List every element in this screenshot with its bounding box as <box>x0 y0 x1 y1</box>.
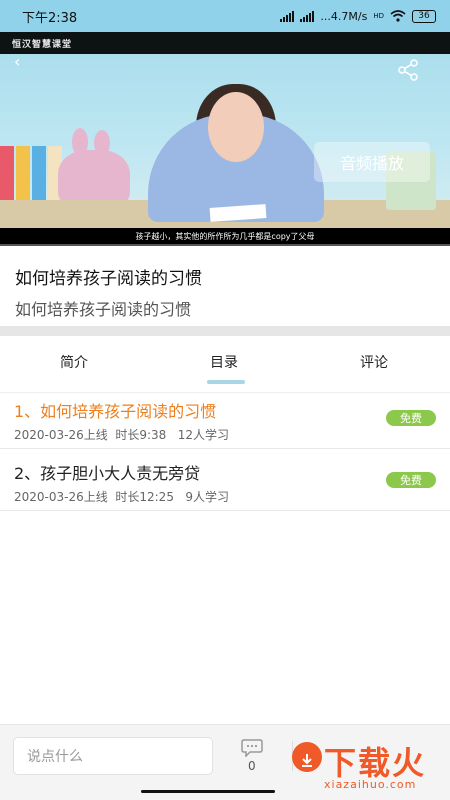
battery-level: 36 <box>418 11 430 21</box>
signal-icon-2 <box>300 10 315 22</box>
tab-active-indicator <box>207 380 245 384</box>
watermark-logo: 下载火 xiazaihuo.com <box>292 738 448 796</box>
signal-icon <box>280 10 295 22</box>
battery-icon: 36 <box>412 9 436 23</box>
tab-bar: 简介 目录 评论 <box>0 336 450 386</box>
subtitle-text: 孩子越小，其实他的所作所为几乎都是copy了父母 <box>135 232 315 241</box>
comment-input[interactable]: 说点什么 <box>13 737 213 775</box>
watermark-url: xiazaihuo.com <box>324 778 417 791</box>
tab-catalog[interactable]: 目录 <box>210 352 238 372</box>
tab-comments[interactable]: 评论 <box>360 352 388 372</box>
video-player[interactable]: 恒汉智慧课堂 ‹ 音频播放 孩子越小，其实他的所作所为几乎都是copy了父母 <box>0 32 450 246</box>
back-icon[interactable]: ‹ <box>14 52 20 71</box>
free-badge: 免费 <box>386 472 436 488</box>
network-type: HD <box>373 12 384 20</box>
lesson-title: 如何培养孩子阅读的习惯 <box>15 269 202 289</box>
tabs-border <box>0 392 450 393</box>
presenter-face <box>208 92 264 162</box>
network-speed: ...4.7M/s <box>320 9 368 23</box>
list-divider <box>0 510 450 511</box>
video-brand: 恒汉智慧课堂 <box>12 40 73 50</box>
audio-play-label: 音频播放 <box>339 154 404 173</box>
comment-placeholder: 说点什么 <box>27 749 83 765</box>
video-progress-bar[interactable] <box>0 244 450 246</box>
catalog-item-meta: 2020-03-26上线 时长9:38 12人学习 <box>14 428 230 442</box>
catalog-item-title: 1、如何培养孩子阅读的习惯 <box>14 402 217 421</box>
comment-icon[interactable] <box>241 739 263 757</box>
catalog-item-title: 2、孩子胆小大人责无旁贷 <box>14 464 201 483</box>
catalog-item[interactable]: 2、孩子胆小大人责无旁贷 2020-03-26上线 时长12:25 9人学习 免… <box>0 460 450 516</box>
catalog-item-meta: 2020-03-26上线 时长12:25 9人学习 <box>14 490 230 504</box>
status-bar: 下午2:38 ...4.7M/s HD 36 <box>0 0 450 32</box>
download-icon <box>292 742 322 772</box>
comment-count: 0 <box>248 759 256 773</box>
status-indicators: ...4.7M/s HD 36 <box>280 9 436 23</box>
section-divider <box>0 326 450 336</box>
status-time: 下午2:38 <box>22 10 78 26</box>
catalog-item[interactable]: 1、如何培养孩子阅读的习惯 2020-03-26上线 时长9:38 12人学习 … <box>0 398 450 454</box>
list-divider <box>0 448 450 449</box>
free-badge: 免费 <box>386 410 436 426</box>
lesson-subtitle: 如何培养孩子阅读的习惯 <box>15 300 192 319</box>
share-icon[interactable] <box>396 58 420 82</box>
home-indicator[interactable] <box>141 790 275 793</box>
tab-intro[interactable]: 简介 <box>60 352 88 372</box>
wifi-icon <box>390 10 406 22</box>
audio-play-button[interactable]: 音频播放 <box>314 142 430 182</box>
